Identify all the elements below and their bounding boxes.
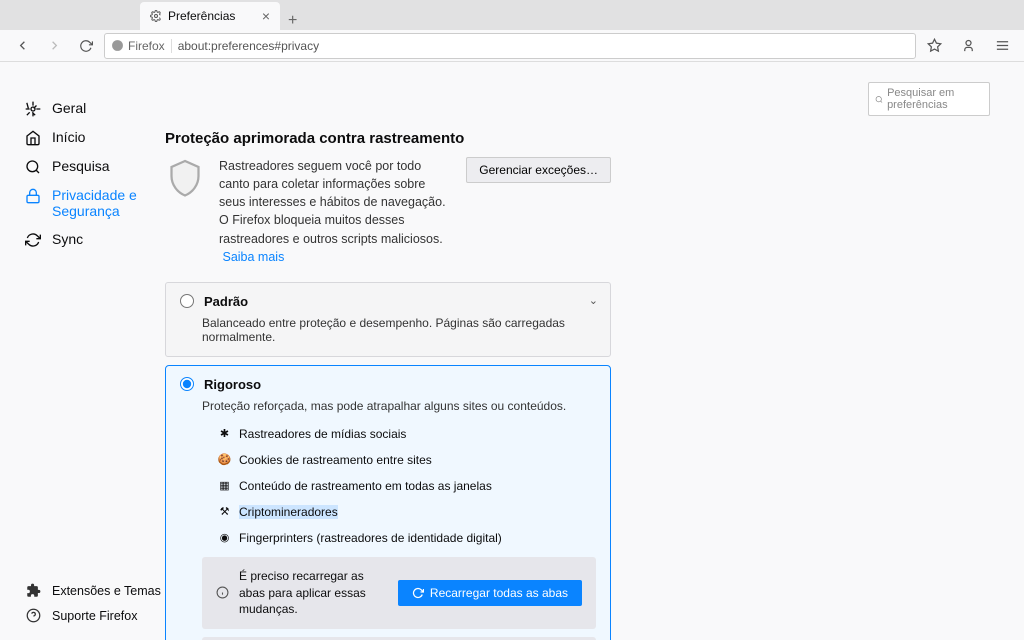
sidebar-label: Início [52,129,85,145]
gear-icon [150,10,162,22]
sidebar-item-support[interactable]: Suporte Firefox [24,603,165,628]
tracker-item: ▦ Conteúdo de rastreamento em todas as j… [218,479,596,493]
account-button[interactable] [954,32,982,60]
tracker-item: ✱ Rastreadores de mídias sociais [218,427,596,441]
sidebar-label: Privacidade e Segurança [52,187,161,219]
url-bar[interactable]: Firefox about:preferences#privacy [104,33,916,59]
sidebar-item-general[interactable]: Geral [24,94,165,123]
option-standard[interactable]: ⌄ Padrão Balanceado entre proteção e des… [165,282,611,357]
section-title: Proteção aprimorada contra rastreamento [165,130,611,147]
browser-tab[interactable]: Preferências × [140,2,280,30]
reload-icon [412,587,424,599]
search-icon [875,94,883,105]
url-text: about:preferences#privacy [178,39,319,53]
sidebar-label: Geral [52,100,86,116]
menu-button[interactable] [988,32,1016,60]
back-button[interactable] [8,32,36,60]
sidebar-label: Pesquisa [52,158,110,174]
radio-strict[interactable] [180,377,194,391]
fingerprint-icon: ◉ [218,531,231,544]
sidebar-item-sync[interactable]: Sync [24,225,165,254]
social-icon: ✱ [218,427,231,440]
content-icon: ▦ [218,479,231,492]
search-icon [24,159,42,175]
tracker-item: ⚒ Criptomineradores [218,505,596,519]
radio-standard[interactable] [180,294,194,308]
reload-button[interactable] [72,32,100,60]
search-preferences[interactable]: Pesquisar em preferências [868,82,990,116]
search-placeholder: Pesquisar em preferências [887,87,983,111]
sidebar-label: Sync [52,231,83,247]
tracker-item: 🍪 Cookies de rastreamento entre sites [218,453,596,467]
main-panel: Pesquisar em preferências Proteção aprim… [165,62,1024,640]
sidebar-item-privacy[interactable]: Privacidade e Segurança [24,181,165,225]
firefox-icon [111,39,124,52]
info-icon [216,586,229,599]
help-icon [24,608,42,623]
shield-icon [165,157,205,201]
cookie-icon: 🍪 [218,453,231,466]
chevron-down-icon: ⌄ [589,294,598,307]
settings-sidebar: Geral Início Pesquisa Privacidade e Segu… [0,62,165,640]
tab-strip: Preferências × + [0,0,1024,30]
sidebar-item-extensions[interactable]: Extensões e Temas [24,578,165,603]
option-desc: Proteção reforçada, mas pode atrapalhar … [202,399,596,413]
sync-icon [24,232,42,248]
identity-label: Firefox [128,39,165,53]
manage-exceptions-button[interactable]: Gerenciar exceções… [466,157,611,183]
close-icon[interactable]: × [262,8,270,24]
gear-icon [24,101,42,117]
tab-title: Preferências [168,9,235,23]
learn-more-link[interactable]: Saiba mais [222,250,284,264]
lock-icon [24,188,42,204]
toolbar: Firefox about:preferences#privacy [0,30,1024,62]
option-title: Rigoroso [204,377,261,392]
bookmark-button[interactable] [920,32,948,60]
sidebar-item-search[interactable]: Pesquisa [24,152,165,181]
crypto-icon: ⚒ [218,505,231,518]
sidebar-item-home[interactable]: Início [24,123,165,152]
sidebar-label: Extensões e Temas [52,584,161,598]
tracker-item: ◉ Fingerprinters (rastreadores de identi… [218,531,596,545]
option-strict[interactable]: Rigoroso Proteção reforçada, mas pode at… [165,365,611,640]
puzzle-icon [24,583,42,598]
forward-button[interactable] [40,32,68,60]
sidebar-label: Suporte Firefox [52,609,137,623]
new-tab-button[interactable]: + [280,12,305,30]
info-message: É preciso recarregar as abas para aplica… [239,568,388,618]
home-icon [24,130,42,146]
intro-text: Rastreadores seguem você por todo canto … [219,157,452,266]
option-title: Padrão [204,294,248,309]
reload-tabs-button[interactable]: Recarregar todas as abas [398,580,582,606]
option-desc: Balanceado entre proteção e desempenho. … [202,316,596,344]
reload-info-box: É preciso recarregar as abas para aplica… [202,557,596,629]
